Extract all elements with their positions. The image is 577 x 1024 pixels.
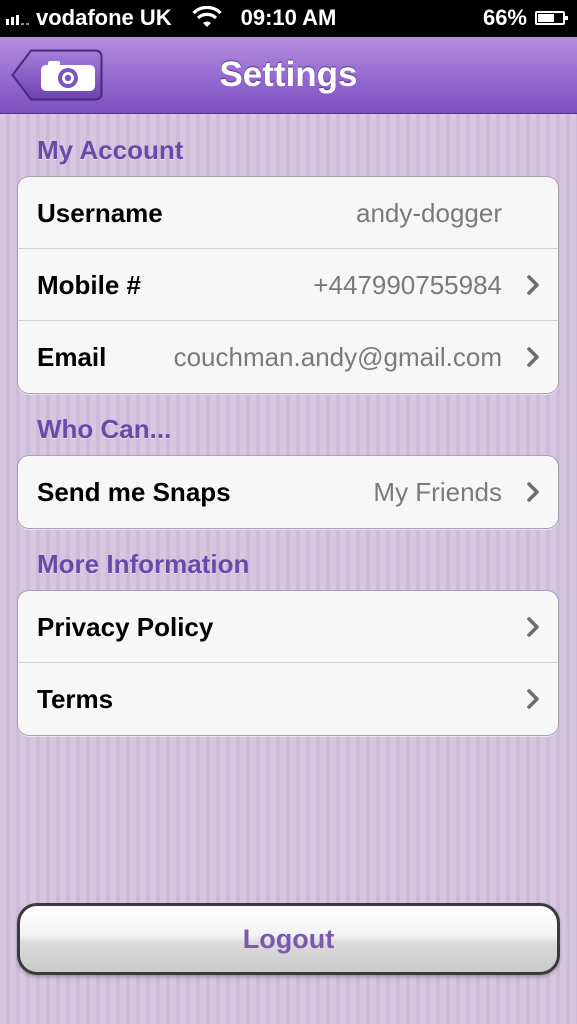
who-can-group: Send me Snaps My Friends: [17, 455, 559, 529]
navigation-bar: Settings: [0, 37, 577, 114]
send-me-snaps-label: Send me Snaps: [37, 477, 231, 507]
battery-percent: 66%: [482, 5, 527, 30]
status-right: 66%: [482, 5, 568, 31]
status-bar: vodafone UK 09:10 AM 66%: [0, 0, 577, 37]
chevron-right-icon: [527, 275, 539, 295]
terms-row[interactable]: Terms: [18, 663, 558, 735]
battery-fill: [538, 14, 554, 22]
battery-icon: [535, 11, 568, 25]
username-row: Username andy-dogger: [18, 177, 558, 249]
privacy-policy-row[interactable]: Privacy Policy: [18, 591, 558, 663]
username-value: andy-dogger: [356, 198, 502, 228]
settings-content: My Account Username andy-dogger Mobile #…: [0, 114, 577, 1024]
chevron-right-icon: [527, 689, 539, 709]
privacy-policy-label: Privacy Policy: [37, 612, 214, 642]
more-information-group: Privacy Policy Terms: [17, 590, 559, 736]
logout-button[interactable]: Logout: [17, 903, 560, 975]
chevron-right-icon: [527, 482, 539, 502]
email-label: Email: [37, 342, 107, 372]
section-header-who-can: Who Can...: [37, 414, 172, 444]
chevron-right-icon: [527, 347, 539, 367]
mobile-row[interactable]: Mobile # +447990755984: [18, 249, 558, 321]
mobile-value: +447990755984: [313, 270, 502, 300]
my-account-group: Username andy-dogger Mobile # +447990755…: [17, 176, 559, 394]
send-me-snaps-value: My Friends: [373, 477, 502, 507]
mobile-label: Mobile #: [37, 270, 142, 300]
send-me-snaps-row[interactable]: Send me Snaps My Friends: [18, 456, 558, 528]
terms-label: Terms: [37, 684, 114, 714]
email-row[interactable]: Email couchman.andy@gmail.com: [18, 321, 558, 393]
email-value: couchman.andy@gmail.com: [173, 342, 502, 372]
section-header-my-account: My Account: [37, 135, 184, 165]
username-label: Username: [37, 198, 163, 228]
section-header-more-information: More Information: [37, 549, 250, 579]
page-title: Settings: [219, 55, 358, 94]
chevron-right-icon: [527, 617, 539, 637]
